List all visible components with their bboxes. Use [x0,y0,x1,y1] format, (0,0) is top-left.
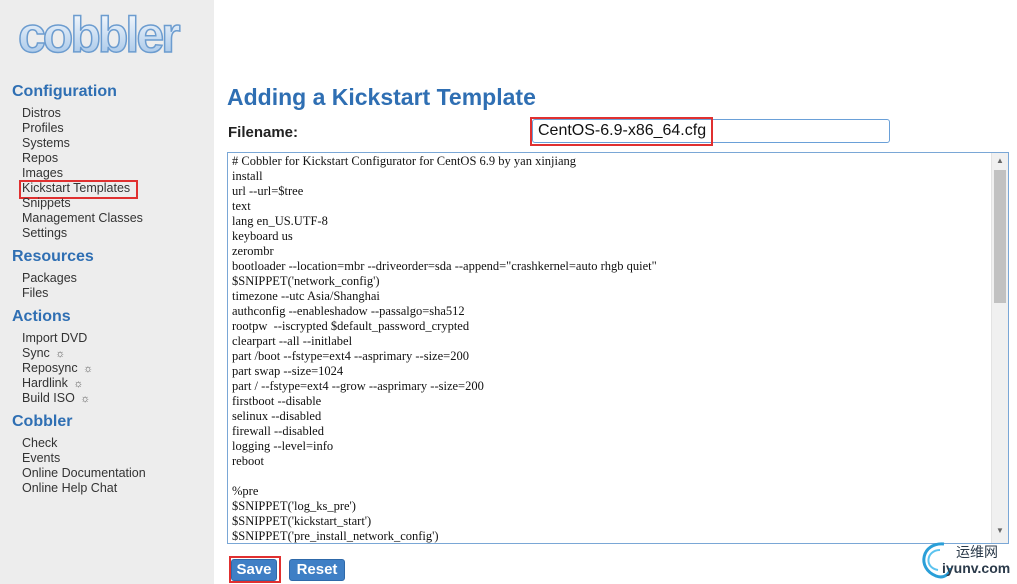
gear-icon: ☼ [83,363,94,375]
editor-line: zerombr [232,244,274,258]
editor-line: logging --level=info [232,439,334,453]
section-resources: Resources [12,248,94,265]
editor-line: keyboard us [232,229,293,243]
editor-line: authconfig --enableshadow --passalgo=sha… [232,304,465,318]
nav-systems[interactable]: Systems [22,136,70,151]
nav-reposync-label: Reposync [22,361,78,375]
nav-snippets[interactable]: Snippets [22,196,71,211]
nav-sync-label: Sync [22,346,50,360]
section-configuration: Configuration [12,83,117,100]
section-cobbler: Cobbler [12,413,73,430]
nav-repos[interactable]: Repos [22,151,58,166]
nav-import-dvd[interactable]: Import DVD [22,331,87,346]
editor-line: %pre [232,484,259,498]
editor-line: install [232,169,263,183]
nav-events[interactable]: Events [22,451,60,466]
editor-line: selinux --disabled [232,409,322,423]
nav-reposync[interactable]: Reposync ☼ [22,361,93,377]
nav-management-classes[interactable]: Management Classes [22,211,143,226]
editor-line: bootloader --location=mbr --driveorder=s… [232,259,657,273]
editor-line: part swap --size=1024 [232,364,344,378]
nav-build-iso[interactable]: Build ISO ☼ [22,391,90,407]
editor-line: firewall --disabled [232,424,324,438]
gear-icon: ☼ [55,348,66,360]
filename-label: Filename: [228,124,299,141]
svg-text:cobbler: cobbler [18,7,180,63]
gear-icon: ☼ [80,393,91,405]
gear-icon: ☼ [73,378,84,390]
nav-profiles[interactable]: Profiles [22,121,64,136]
nav-check[interactable]: Check [22,436,57,451]
scroll-thumb[interactable] [994,170,1006,303]
editor-content: # Cobbler for Kickstart Configurator for… [232,154,657,543]
editor-line: part /boot --fstype=ext4 --asprimary --s… [232,349,469,363]
cobbler-logo: cobbler [17,6,184,64]
editor-line: url --url=$tree [232,184,304,198]
watermark-cn-text: 运维网 [956,544,998,560]
nav-hardlink-label: Hardlink [22,376,68,390]
save-highlight [229,556,281,583]
editor-line: part / --fstype=ext4 --grow --asprimary … [232,379,484,393]
kickstart-editor[interactable]: # Cobbler for Kickstart Configurator for… [227,152,1009,544]
editor-line: text [232,199,251,213]
editor-line: firstboot --disable [232,394,322,408]
nav-online-documentation[interactable]: Online Documentation [22,466,146,481]
nav-files[interactable]: Files [22,286,48,301]
editor-line: rootpw --iscrypted $default_password_cry… [232,319,470,333]
scroll-down-arrow-icon[interactable]: ▼ [992,523,1008,539]
editor-line: lang en_US.UTF-8 [232,214,328,228]
editor-line: clearpart --all --initlabel [232,334,353,348]
editor-line: # Cobbler for Kickstart Configurator for… [232,154,577,168]
watermark: 运维网 iyunv.com [914,538,1014,582]
editor-line: $SNIPPET('pre_install_network_config') [232,529,439,543]
editor-line: reboot [232,454,264,468]
nav-packages[interactable]: Packages [22,271,77,286]
scroll-up-arrow-icon[interactable]: ▲ [992,153,1008,169]
nav-build-iso-label: Build ISO [22,391,75,405]
nav-distros[interactable]: Distros [22,106,61,121]
editor-line: $SNIPPET('network_config') [232,274,380,288]
section-actions: Actions [12,308,71,325]
page-title: Adding a Kickstart Template [227,84,536,110]
editor-line: timezone --utc Asia/Shanghai [232,289,380,303]
nav-sync[interactable]: Sync ☼ [22,346,65,362]
filename-highlight [530,117,713,146]
nav-online-help-chat[interactable]: Online Help Chat [22,481,117,496]
nav-settings[interactable]: Settings [22,226,67,241]
reset-button[interactable]: Reset [289,559,345,581]
editor-scrollbar[interactable]: ▲ ▼ [991,153,1008,543]
editor-line: $SNIPPET('log_ks_pre') [232,499,356,513]
watermark-url-text: iyunv.com [942,560,1011,576]
nav-hardlink[interactable]: Hardlink ☼ [22,376,83,392]
editor-line: $SNIPPET('kickstart_start') [232,514,372,528]
nav-images[interactable]: Images [22,166,63,181]
